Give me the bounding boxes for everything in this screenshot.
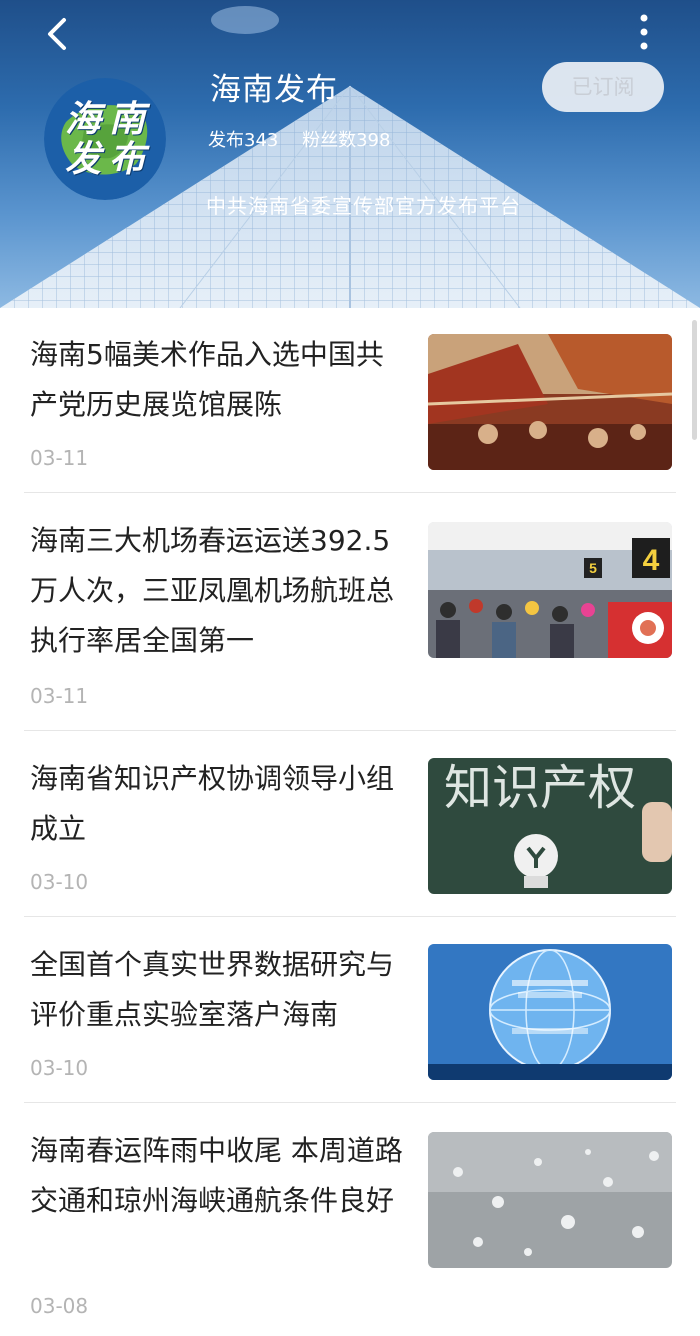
avatar-char: 布 [108, 138, 145, 180]
article-title[interactable]: 海南省知识产权协调领导小组成立 [30, 754, 410, 854]
gate-sign: 4 [643, 544, 660, 577]
article-date: 03-10 [30, 870, 89, 894]
article-date: 03-11 [30, 684, 89, 708]
avatar-char: 海 [64, 98, 101, 140]
chalkboard-text: 知识产权 [444, 760, 636, 816]
article-title[interactable]: 海南三大机场春运运送392.5万人次，三亚凤凰机场航班总执行率居全国第一 [30, 516, 410, 666]
avatar-char: 南 [108, 98, 145, 140]
subscribe-button[interactable]: 已订阅 [542, 62, 664, 112]
channel-header: 海 南 发 布 海南发布 发布343 粉丝数398 中共海南省委宣传部官方发布平… [0, 0, 700, 308]
article-title[interactable]: 海南春运阵雨中收尾 本周道路交通和琼州海峡通航条件良好 [30, 1126, 410, 1226]
fan-count: 粉丝数398 [302, 130, 391, 151]
article-item[interactable]: 海南三大机场春运运送392.5万人次，三亚凤凰机场航班总执行率居全国第一 03-… [24, 516, 700, 726]
artwork-painting-image [428, 334, 672, 470]
back-button[interactable] [36, 12, 80, 56]
article-item[interactable]: 海南省知识产权协调领导小组成立 03-10 知识产权 [24, 754, 700, 914]
more-options-button[interactable] [626, 12, 662, 56]
data-globe-image [428, 944, 672, 1080]
article-thumbnail[interactable]: 知识产权 [428, 758, 672, 894]
channel-avatar: 海 南 发 布 [44, 78, 166, 200]
article-thumbnail[interactable] [428, 1132, 672, 1268]
scrollbar[interactable] [692, 320, 697, 440]
article-title[interactable]: 全国首个真实世界数据研究与评价重点实验室落户海南 [30, 940, 410, 1040]
article-thumbnail[interactable]: 5 4 [428, 522, 672, 658]
rain-glass-image [428, 1132, 672, 1268]
article-date: 03-11 [30, 446, 89, 470]
article-date: 03-08 [30, 1294, 89, 1318]
divider [24, 730, 676, 731]
airport-crowd-image: 5 4 [428, 522, 672, 658]
channel-description: 中共海南省委宣传部官方发布平台 [206, 194, 521, 218]
chevron-left-icon [48, 18, 66, 50]
channel-name: 海南发布 [210, 72, 338, 108]
article-item[interactable]: 海南5幅美术作品入选中国共产党历史展览馆展陈 03-11 [24, 330, 700, 496]
gate-sign: 5 [589, 560, 597, 576]
chalkboard-ip-image: 知识产权 [428, 758, 672, 894]
divider [24, 492, 676, 493]
article-title[interactable]: 海南5幅美术作品入选中国共产党历史展览馆展陈 [30, 330, 410, 430]
article-item[interactable]: 海南春运阵雨中收尾 本周道路交通和琼州海峡通航条件良好 03-08 [24, 1126, 700, 1336]
article-item[interactable]: 全国首个真实世界数据研究与评价重点实验室落户海南 03-10 [24, 940, 700, 1100]
article-date: 03-10 [30, 1056, 89, 1080]
post-count: 发布343 [208, 130, 279, 151]
article-thumbnail[interactable] [428, 944, 672, 1080]
divider [24, 916, 676, 917]
more-vertical-icon [640, 14, 648, 50]
article-thumbnail[interactable] [428, 334, 672, 470]
avatar-char: 发 [64, 138, 101, 180]
divider [24, 1102, 676, 1103]
channel-stats: 发布343 粉丝数398 [208, 126, 408, 152]
